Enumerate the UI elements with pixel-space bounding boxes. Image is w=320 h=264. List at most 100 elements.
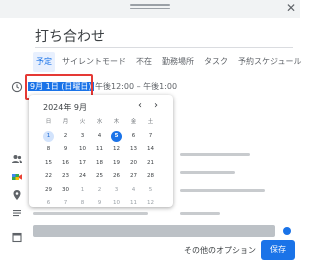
calendar-day-label: 18 [96, 159, 103, 166]
calendar-day[interactable]: 17 [74, 157, 91, 171]
weekday-label: 日 [45, 119, 52, 125]
calendar-day-label: 10 [79, 146, 86, 152]
clock-icon [11, 81, 23, 93]
calendar-day[interactable]: 18 [91, 157, 108, 171]
calendar-day-label: 1 [43, 130, 54, 142]
calendar-day-label: 21 [147, 159, 154, 166]
calendar-day[interactable]: 6 [40, 197, 57, 211]
dialog-header: ✕ [0, 0, 300, 18]
month-label: 2024年 9月 [43, 103, 87, 112]
calendar-day[interactable]: 30 [57, 184, 74, 198]
calendar-day[interactable]: 13 [125, 143, 142, 157]
tab-0[interactable]: 予定 [33, 52, 55, 72]
calendar-day-label: 3 [80, 132, 85, 139]
calendar-day[interactable]: 1 [74, 184, 91, 198]
calendar-day[interactable]: 22 [40, 170, 57, 184]
calendar-day[interactable]: 7 [142, 130, 159, 144]
calendar-day-label: 15 [45, 159, 52, 166]
calendar-day[interactable]: 10 [74, 143, 91, 157]
meet-icon [12, 174, 22, 180]
calendar-day[interactable]: 5 [142, 184, 159, 198]
date-picker: 2024年 9月 ‹ › 日月火水木金土 1 2 3 4 5 6 7 8 9 10 11 12 13 14 1… [29, 95, 173, 207]
tab-2[interactable]: 不在 [133, 52, 155, 72]
calendar-day[interactable]: 2 [57, 130, 74, 144]
calendar-day[interactable]: 28 [142, 170, 159, 184]
drag-handle-icon[interactable] [130, 4, 170, 12]
more-options-button[interactable]: その他のオプション [184, 244, 256, 258]
calendar-day[interactable]: 29 [40, 184, 57, 198]
blurred-text [180, 153, 250, 156]
calendar-day-label: 5 [148, 186, 153, 193]
prev-month-button[interactable]: ‹ [134, 100, 146, 112]
calendar-day[interactable]: 1 [40, 130, 57, 144]
calendar-day[interactable]: 3 [74, 130, 91, 144]
tab-1[interactable]: サイレントモード [59, 52, 129, 72]
description-icon [13, 210, 21, 217]
save-button[interactable]: 保存 [261, 240, 295, 260]
tab-5[interactable]: 予約スケジュール [235, 52, 304, 72]
calendar-day-label: 9 [63, 146, 68, 152]
calendar-day-label: 3 [114, 186, 119, 193]
calendar-day[interactable]: 25 [91, 170, 108, 184]
guests-icon [12, 155, 22, 163]
blurred-text [180, 171, 235, 174]
time-range[interactable]: 午後12:00 – 午後1:00 [95, 80, 177, 94]
close-button[interactable]: ✕ [285, 2, 297, 14]
location-icon [13, 190, 21, 200]
calendar-day[interactable]: 8 [40, 143, 57, 157]
calendar-day-label: 11 [130, 200, 137, 206]
calendar-day[interactable]: 2 [91, 184, 108, 198]
calendar-day-label: 5 [111, 130, 122, 142]
blurred-text [180, 212, 220, 215]
blurred-text [33, 212, 148, 215]
calendar-day[interactable]: 8 [74, 197, 91, 211]
calendar-day-label: 13 [130, 146, 137, 152]
calendar-day[interactable]: 26 [108, 170, 125, 184]
tab-4[interactable]: タスク [201, 52, 231, 72]
calendar-day[interactable]: 3 [108, 184, 125, 198]
calendar-day-label: 12 [113, 146, 120, 152]
calendar-day[interactable]: 20 [125, 157, 142, 171]
calendar-day-label: 19 [113, 159, 120, 166]
weekday-label: 金 [130, 119, 137, 125]
calendar-day[interactable]: 24 [74, 170, 91, 184]
calendar-day[interactable]: 14 [142, 143, 159, 157]
calendar-day[interactable]: 7 [57, 197, 74, 211]
calendar-day[interactable]: 9 [91, 197, 108, 211]
calendar-day-label: 10 [113, 200, 120, 206]
calendar-day-label: 6 [131, 132, 136, 139]
calendar-day[interactable]: 16 [57, 157, 74, 171]
calendar-day-label: 24 [79, 173, 86, 179]
next-month-button[interactable]: › [150, 100, 162, 112]
calendar-day-label: 29 [45, 186, 52, 193]
event-title-input[interactable]: 打ち合わせ [35, 22, 293, 48]
calendar-day-label: 9 [97, 200, 102, 206]
weekday-label: 木 [113, 119, 120, 125]
calendar-day[interactable]: 19 [108, 157, 125, 171]
calendar-day[interactable]: 12 [108, 143, 125, 157]
calendar-day-label: 2 [97, 186, 102, 193]
calendar-day[interactable]: 12 [142, 197, 159, 211]
calendar-day[interactable]: 9 [57, 143, 74, 157]
calendar-day-label: 27 [130, 173, 137, 179]
calendar-color-dot[interactable] [283, 227, 291, 235]
calendar-day[interactable]: 27 [125, 170, 142, 184]
calendar-day-label: 8 [80, 200, 85, 206]
calendar-select-field[interactable] [33, 225, 275, 237]
calendar-day[interactable]: 4 [91, 130, 108, 144]
calendar-day[interactable]: 6 [125, 130, 142, 144]
calendar-day[interactable]: 4 [125, 184, 142, 198]
calendar-day[interactable]: 11 [125, 197, 142, 211]
tab-3[interactable]: 勤務場所 [159, 52, 197, 72]
event-type-tabs: 予定 サイレントモード 不在 勤務場所 タスク 予約スケジュール [33, 52, 308, 72]
calendar-day-label: 26 [113, 173, 120, 179]
calendar-day-label: 17 [79, 159, 86, 166]
calendar-day[interactable]: 15 [40, 157, 57, 171]
calendar-day[interactable]: 11 [91, 143, 108, 157]
calendar-day-label: 14 [147, 146, 154, 152]
calendar-day[interactable]: 10 [108, 197, 125, 211]
calendar-day[interactable]: 5 [108, 130, 125, 144]
calendar-day[interactable]: 21 [142, 157, 159, 171]
calendar-day[interactable]: 23 [57, 170, 74, 184]
calendar-icon [12, 232, 22, 243]
